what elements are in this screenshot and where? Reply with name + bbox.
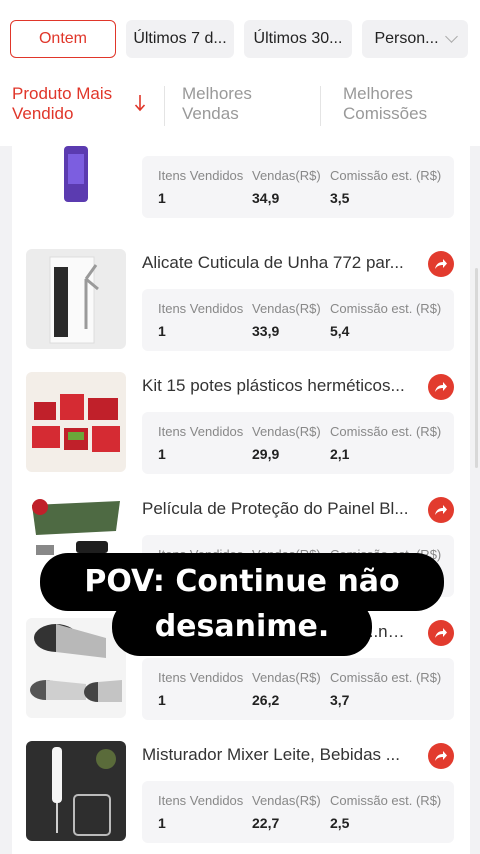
chevron-down-icon	[444, 30, 458, 43]
sales-value: 29,9	[252, 446, 280, 462]
sales-value: 22,7	[252, 815, 280, 831]
commission-label: Comissão est. (R$)	[330, 670, 442, 685]
tab-divider	[164, 86, 165, 126]
sort-arrow-down-icon	[134, 95, 146, 112]
filter-last-7-days[interactable]: Últimos 7 d...	[126, 20, 234, 58]
sold-label: Itens Vendidos	[158, 670, 244, 685]
product-title[interactable]: Kit 15 potes plásticos herméticos...	[142, 376, 412, 396]
share-button[interactable]	[428, 251, 454, 277]
share-button[interactable]	[428, 497, 454, 523]
sales-value: 26,2	[252, 692, 280, 708]
tab-divider	[320, 86, 321, 126]
date-filter-bar: Ontem Últimos 7 d... Últimos 30... Perso…	[10, 20, 470, 58]
cuticle-nipper-icon	[49, 256, 99, 344]
sold-label: Itens Vendidos	[158, 301, 244, 316]
tab-label-line1: Melhores	[343, 84, 413, 103]
product-thumbnail	[26, 618, 126, 718]
sort-tabs: Produto Mais Vendido Melhores Vendas Mel…	[0, 84, 480, 130]
product-list[interactable]: Itens Vendidos Vendas(R$) Comissão est. …	[12, 146, 470, 854]
list-item[interactable]: Alicate Cuticula de Unha 772 par... Iten…	[12, 249, 470, 359]
share-icon	[435, 259, 447, 269]
sold-label: Itens Vendidos	[158, 793, 244, 808]
milk-frother-icon	[52, 747, 116, 836]
sales-label: Vendas(R$)	[252, 301, 321, 316]
sold-value: 1	[158, 446, 166, 462]
filter-custom-dropdown[interactable]: Person...	[362, 20, 468, 58]
sales-label: Vendas(R$)	[252, 670, 321, 685]
scrollbar[interactable]	[475, 268, 478, 468]
sold-value: 1	[158, 815, 166, 831]
product-thumbnail	[26, 741, 126, 841]
commission-value: 2,1	[330, 446, 350, 462]
tab-label-line2: Comissões	[343, 104, 428, 123]
commission-value: 5,4	[330, 323, 350, 339]
tab-label-line1: Produto Mais	[12, 84, 113, 103]
commission-value: 3,5	[330, 190, 350, 206]
product-title[interactable]: Alicate Cuticula de Unha 772 par...	[142, 253, 412, 273]
product-thumbnail	[26, 372, 126, 472]
list-item[interactable]: Kit 15 potes plásticos herméticos... Ite…	[12, 372, 470, 482]
sales-label: Vendas(R$)	[252, 793, 321, 808]
stats-panel: Itens Vendidos Vendas(R$) Comissão est. …	[142, 412, 454, 474]
header: Ontem Últimos 7 d... Últimos 30... Perso…	[0, 0, 480, 146]
tab-best-sales[interactable]: Melhores Vendas	[182, 84, 252, 124]
sales-value: 34,9	[252, 190, 280, 206]
tab-best-commissions[interactable]: Melhores Comissões	[343, 84, 427, 124]
product-thumbnail	[26, 249, 126, 349]
tab-label-line2: Vendido	[12, 104, 74, 123]
product-title[interactable]: Misturador Mixer Leite, Bebidas ...	[142, 745, 412, 765]
share-icon	[435, 628, 447, 638]
sales-label: Vendas(R$)	[252, 424, 321, 439]
share-icon	[435, 505, 447, 515]
list-item[interactable]: Itens Vendidos Vendas(R$) Comissão est. …	[12, 146, 470, 226]
commission-value: 3,7	[330, 692, 350, 708]
sold-value: 1	[158, 323, 166, 339]
stats-panel: Itens Vendidos Vendas(R$) Comissão est. …	[142, 289, 454, 351]
share-button[interactable]	[428, 374, 454, 400]
commission-value: 2,5	[330, 815, 350, 831]
share-icon	[435, 382, 447, 392]
share-button[interactable]	[428, 743, 454, 769]
stats-panel: Itens Vendidos Vendas(R$) Comissão est. …	[142, 156, 454, 218]
sales-value: 33,9	[252, 323, 280, 339]
filter-yesterday[interactable]: Ontem	[10, 20, 116, 58]
tab-best-selling-product[interactable]: Produto Mais Vendido	[12, 84, 112, 124]
commission-label: Comissão est. (R$)	[330, 424, 442, 439]
purple-bottle-icon	[64, 146, 88, 202]
share-button[interactable]	[428, 620, 454, 646]
share-icon	[435, 751, 447, 761]
sold-label: Itens Vendidos	[158, 424, 244, 439]
list-item[interactable]: Misturador Mixer Leite, Bebidas ... Iten…	[12, 741, 470, 851]
sold-value: 1	[158, 190, 166, 206]
commission-label: Comissão est. (R$)	[330, 168, 442, 183]
filter-custom-label: Person...	[374, 30, 439, 47]
sold-label: Itens Vendidos	[158, 168, 244, 183]
product-title[interactable]: Película de Proteção do Painel Bl...	[142, 499, 412, 519]
commission-label: Comissão est. (R$)	[330, 793, 442, 808]
exhaust-tip-icon	[30, 624, 122, 702]
commission-label: Comissão est. (R$)	[330, 301, 442, 316]
product-thumbnail	[26, 146, 126, 216]
sold-value: 1	[158, 692, 166, 708]
overlay-caption-line2: desanime.	[112, 598, 372, 656]
tab-label-line2: Vendas	[182, 104, 239, 123]
stats-panel: Itens Vendidos Vendas(R$) Comissão est. …	[142, 658, 454, 720]
red-containers-icon	[32, 394, 120, 452]
screen: Ontem Últimos 7 d... Últimos 30... Perso…	[0, 0, 480, 854]
sales-label: Vendas(R$)	[252, 168, 321, 183]
filter-last-30-days[interactable]: Últimos 30...	[244, 20, 352, 58]
stats-panel: Itens Vendidos Vendas(R$) Comissão est. …	[142, 781, 454, 843]
tab-label-line1: Melhores	[182, 84, 252, 103]
